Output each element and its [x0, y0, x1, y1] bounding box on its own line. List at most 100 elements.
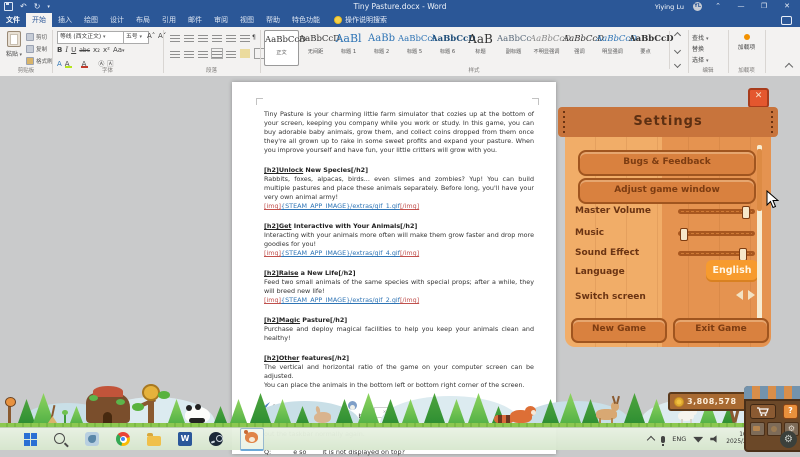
underline-button[interactable]: U	[71, 46, 76, 54]
screen-right-arrow[interactable]	[748, 290, 755, 300]
steam-icon[interactable]	[209, 432, 223, 446]
document-text[interactable]: Tiny Pasture is your charming little far…	[264, 110, 534, 457]
multilevel-list-icon[interactable]	[198, 33, 208, 42]
tab-references[interactable]: 引用	[156, 13, 182, 27]
shop-bag-button[interactable]	[767, 422, 782, 436]
increase-indent-icon[interactable]	[226, 33, 236, 42]
style-item[interactable]: AaBbCc副标题	[497, 30, 530, 66]
select-button[interactable]: 选择 ▾	[692, 55, 708, 64]
comments-icon[interactable]	[781, 16, 792, 25]
new-game-button[interactable]: New Game	[571, 318, 667, 343]
adjust-window-button[interactable]: Adjust game window	[578, 178, 756, 204]
avatar[interactable]: YL	[693, 2, 702, 11]
style-item[interactable]: AaB标题	[464, 30, 497, 66]
shading-icon[interactable]	[240, 49, 250, 58]
hidden-icons-chevron[interactable]	[647, 436, 655, 444]
style-item[interactable]: AaBbCcl标题 5	[398, 30, 431, 66]
font-family-select[interactable]: 等线 (西文正文) ▾	[57, 31, 125, 44]
slider-handle[interactable]	[742, 206, 750, 219]
sort-icon[interactable]	[240, 33, 250, 42]
addin-button[interactable]: 加载项	[728, 42, 765, 51]
tab-special-features[interactable]: 特色功能	[286, 13, 326, 27]
search-button[interactable]	[54, 432, 68, 446]
word-icon[interactable]: W	[178, 432, 192, 446]
italic-button[interactable]: I	[65, 46, 68, 54]
close-button[interactable]: ✕	[780, 0, 794, 13]
tab-help[interactable]: 帮助	[260, 13, 286, 27]
tell-me-search[interactable]: 操作说明搜索	[334, 13, 387, 27]
line-spacing-icon[interactable]	[226, 49, 236, 58]
music-slider[interactable]	[678, 231, 755, 236]
document-page[interactable]: Tiny Pasture is your charming little far…	[232, 82, 556, 454]
pilcrow-icon[interactable]: ¶	[252, 34, 256, 41]
shop-help-button[interactable]: ?	[783, 404, 798, 419]
addin-icon[interactable]	[744, 34, 750, 40]
account-name[interactable]: Yiying Lu	[655, 3, 684, 11]
settings-scrollbar[interactable]	[757, 145, 762, 323]
align-center-icon[interactable]	[184, 49, 194, 58]
sound-effect-slider[interactable]	[678, 251, 755, 256]
style-item[interactable]: AaBbCcD不明显强调	[530, 30, 563, 66]
bugs-feedback-button[interactable]: Bugs & Feedback	[578, 150, 756, 176]
tab-draw[interactable]: 绘图	[78, 13, 104, 27]
style-gallery-scroll[interactable]	[669, 31, 682, 69]
scrollbar-thumb[interactable]	[757, 149, 762, 211]
style-item[interactable]: AaBl标题 1	[332, 30, 365, 66]
tab-layout[interactable]: 布局	[130, 13, 156, 27]
cut-button[interactable]: 剪切	[26, 33, 47, 41]
shop-storage-button[interactable]	[750, 422, 765, 436]
microphone-icon[interactable]	[661, 436, 665, 443]
numbering-icon[interactable]	[184, 33, 194, 42]
style-item[interactable]: AaBbCcD强调	[563, 30, 596, 66]
bold-button[interactable]: B	[57, 46, 62, 54]
input-language[interactable]: ENG	[672, 435, 686, 443]
style-item[interactable]: AaBbCcD无间距	[299, 30, 332, 66]
bullets-icon[interactable]	[170, 33, 180, 42]
style-item[interactable]: AaBbCcD正文	[264, 30, 299, 66]
tab-file[interactable]: 文件	[0, 13, 26, 27]
align-right-icon[interactable]	[198, 49, 208, 58]
style-item[interactable]: AaBbCcD要点	[629, 30, 662, 66]
copy-button[interactable]: 复制	[26, 45, 47, 53]
change-case-button[interactable]: Aa▾	[113, 46, 125, 54]
tab-view[interactable]: 视图	[234, 13, 260, 27]
justify-icon[interactable]	[212, 49, 222, 58]
chrome-icon[interactable]	[116, 432, 130, 446]
grow-font-icon[interactable]: A˄	[147, 32, 155, 40]
collapse-ribbon-icon[interactable]	[785, 63, 793, 71]
style-item[interactable]: AaBbCcD标题 6	[431, 30, 464, 66]
subscript-button[interactable]: x₂	[93, 46, 100, 54]
exit-game-button[interactable]: Exit Game	[673, 318, 769, 343]
file-explorer-icon[interactable]	[147, 436, 161, 446]
language-button[interactable]: English	[706, 260, 758, 282]
font-size-select[interactable]: 五号 ▾	[123, 31, 149, 44]
shop-cart-button[interactable]	[750, 404, 776, 419]
start-button[interactable]	[24, 433, 37, 446]
decrease-indent-icon[interactable]	[212, 33, 222, 42]
style-item[interactable]: AaBbCcD明显强调	[596, 30, 629, 66]
tab-design[interactable]: 设计	[104, 13, 130, 27]
tab-mailings[interactable]: 邮件	[182, 13, 208, 27]
find-button[interactable]: 查找 ▾	[692, 33, 708, 42]
paste-button[interactable]: 粘贴 ▾	[4, 31, 24, 65]
master-volume-slider[interactable]	[678, 209, 755, 214]
tiny-pasture-taskbar-icon[interactable]	[240, 428, 264, 451]
tab-review[interactable]: 审阅	[208, 13, 234, 27]
wifi-icon[interactable]	[693, 436, 703, 443]
screen-left-arrow[interactable]	[736, 290, 743, 300]
app-icon[interactable]	[85, 432, 99, 446]
style-item[interactable]: AaBb标题 2	[365, 30, 398, 66]
tab-home[interactable]: 开始	[26, 13, 52, 27]
align-left-icon[interactable]	[170, 49, 180, 58]
replace-button[interactable]: 替换	[692, 44, 704, 53]
superscript-button[interactable]: x²	[103, 46, 110, 54]
ribbon-display-options-icon[interactable]: ⌃	[711, 0, 725, 13]
format-painter-button[interactable]: 格式刷	[26, 57, 53, 65]
settings-close-button[interactable]: ✕	[748, 88, 769, 108]
strikethrough-button[interactable]: abc	[79, 47, 90, 54]
minimize-button[interactable]: —	[734, 0, 748, 13]
speaker-icon[interactable]	[710, 435, 719, 443]
game-settings-float-button[interactable]: ⚙	[780, 431, 797, 448]
restore-button[interactable]: ❐	[757, 0, 771, 13]
slider-handle[interactable]	[680, 228, 688, 241]
